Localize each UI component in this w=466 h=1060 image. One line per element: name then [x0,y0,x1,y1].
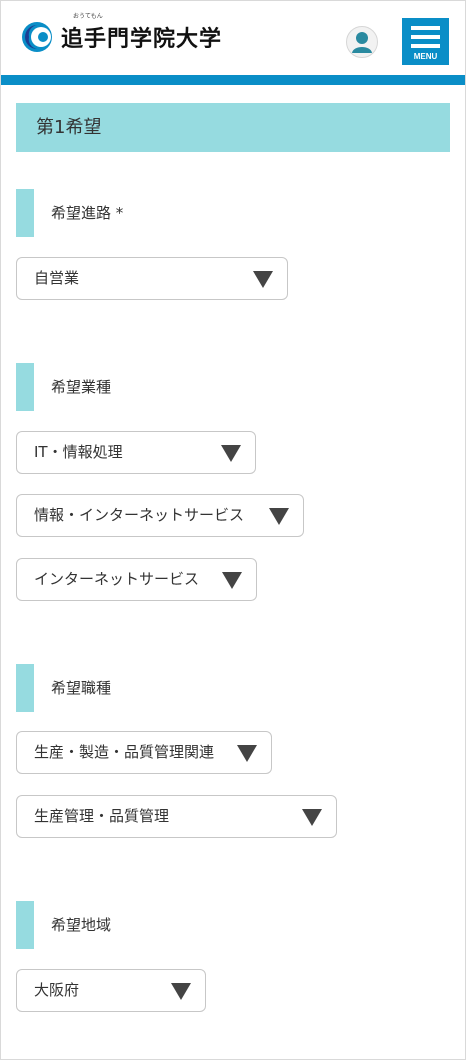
triangle-down-icon [253,271,273,288]
triangle-down-icon [221,445,241,462]
course-select[interactable]: 自営業 [16,257,288,300]
select-value: 生産・製造・品質管理関連 [34,743,215,761]
select-value: 自営業 [34,269,80,287]
university-logo[interactable]: おうてもん 追手門学院大学 [21,13,223,53]
industry-select-2[interactable]: 情報・インターネットサービス [16,494,304,537]
field-label-text: 希望進路 * [51,204,124,222]
label-accent [16,363,34,411]
menu-label: MENU [413,52,438,61]
user-icon[interactable] [346,26,378,58]
occupation-select-2[interactable]: 生産管理・品質管理 [16,795,337,838]
label-accent [16,901,34,949]
field-label-text: 希望業種 [51,378,112,396]
select-value: インターネットサービス [34,570,200,588]
industry-select-3[interactable]: インターネットサービス [16,558,257,601]
industry-select-1[interactable]: IT・情報処理 [16,431,256,474]
occupation-select-1[interactable]: 生産・製造・品質管理関連 [16,731,272,774]
triangle-down-icon [237,745,257,762]
region-select[interactable]: 大阪府 [16,969,206,1012]
triangle-down-icon [302,809,322,826]
menu-button[interactable]: MENU [402,18,449,65]
logo-text: おうてもん 追手門学院大学 [61,13,223,53]
triangle-down-icon [269,508,289,525]
logo-name: 追手門学院大学 [61,27,223,52]
select-value: 大阪府 [34,981,80,999]
triangle-down-icon [171,983,191,1000]
triangle-down-icon [222,572,242,589]
section-title: 第1希望 [16,103,450,152]
site-header: おうてもん 追手門学院大学 MENU [1,1,465,75]
label-accent [16,664,34,712]
university-logo-icon [22,22,52,52]
hamburger-menu-icon [411,26,440,30]
field-label-text: 希望職種 [51,679,112,697]
select-value: 生産管理・品質管理 [34,807,170,825]
label-accent [16,189,34,237]
header-divider [1,75,465,85]
select-value: IT・情報処理 [34,443,123,461]
logo-ruby: おうてもん [73,13,103,20]
select-value: 情報・インターネットサービス [34,506,245,524]
field-label-text: 希望地域 [51,916,112,934]
